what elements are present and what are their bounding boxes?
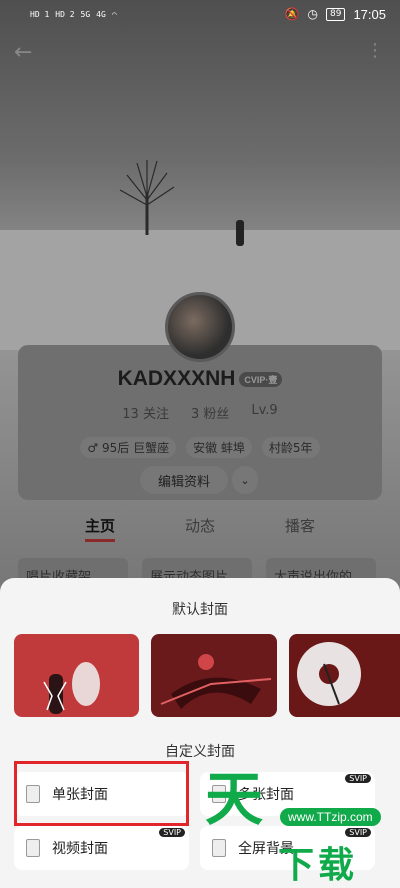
more-icon[interactable]: ⋮ [366,40,384,61]
tree-illustration [119,160,175,235]
cover-option-record[interactable] [288,634,400,717]
tab-activity[interactable]: 动态 [185,515,215,542]
svip-badge: SVIP [159,828,185,837]
watermark-text: 下载 [278,845,359,886]
username: KADXXXNH CVIP·壹 [0,367,400,391]
option-label: 视频封面 [52,841,108,857]
person-figure [236,220,244,246]
follow-count[interactable]: 13 关注 [122,403,169,422]
mute-icon: 🔕 [284,7,300,21]
clock: 17:05 [353,6,386,22]
sim2-label: HD 2 [55,9,75,19]
speed-icon: ◷ [307,7,318,21]
cover-option-turntable[interactable] [151,634,277,717]
tab-podcast[interactable]: 播客 [285,515,315,542]
video-cover-option[interactable]: 视频封面 SVIP [14,826,189,870]
avatar[interactable] [165,292,235,362]
vip-badge: CVIP·壹 [239,371,283,387]
profile-tabs: 主页 动态 播客 [0,515,400,542]
watermark-url: www.TTzip.com [280,808,381,826]
network-5g: 5G [80,9,91,19]
status-bar: HD 1 HD 2 5G 4G ◠ 🔕 ◷ 89 17:05 [0,0,400,28]
profile-tags: ♂ 95后 巨蟹座 安徽 蚌埠 村龄5年 [0,437,400,458]
status-right: 🔕 ◷ 89 17:05 [285,7,386,22]
custom-cover-title: 自定义封面 [165,744,235,760]
svip-badge: SVIP [345,774,371,783]
edit-profile-button[interactable]: 编辑资料 [140,466,228,494]
tag-location: 安徽 蚌埠 [186,437,252,458]
cover-option-microphone[interactable] [14,634,140,717]
sim1-label: HD 1 [30,9,50,19]
wifi-icon: ◠ [111,9,117,19]
signal-indicators: HD 1 HD 2 5G 4G ◠ [30,10,117,19]
battery-icon: 89 [326,7,346,21]
fullscreen-icon [212,839,226,857]
video-icon [26,839,40,857]
network-4g: 4G [96,9,106,19]
chevron-down-icon[interactable]: ⌄ [232,466,258,494]
tag-age: ♂ 95后 巨蟹座 [80,437,177,458]
tab-home[interactable]: 主页 [84,515,115,542]
profile-stats: 13 关注 3 粉丝 Lv.9 [0,403,400,422]
watermark-logo: 天 [205,765,264,833]
fans-count[interactable]: 3 粉丝 [191,403,229,422]
tag-years: 村龄5年 [261,437,320,458]
username-text: KADXXXNH [117,367,236,390]
default-cover-title: 默认封面 [172,602,228,618]
default-cover-list [14,634,400,717]
level[interactable]: Lv.9 [251,403,277,422]
highlight-box [14,761,189,826]
back-arrow-icon[interactable]: ← [14,40,38,65]
